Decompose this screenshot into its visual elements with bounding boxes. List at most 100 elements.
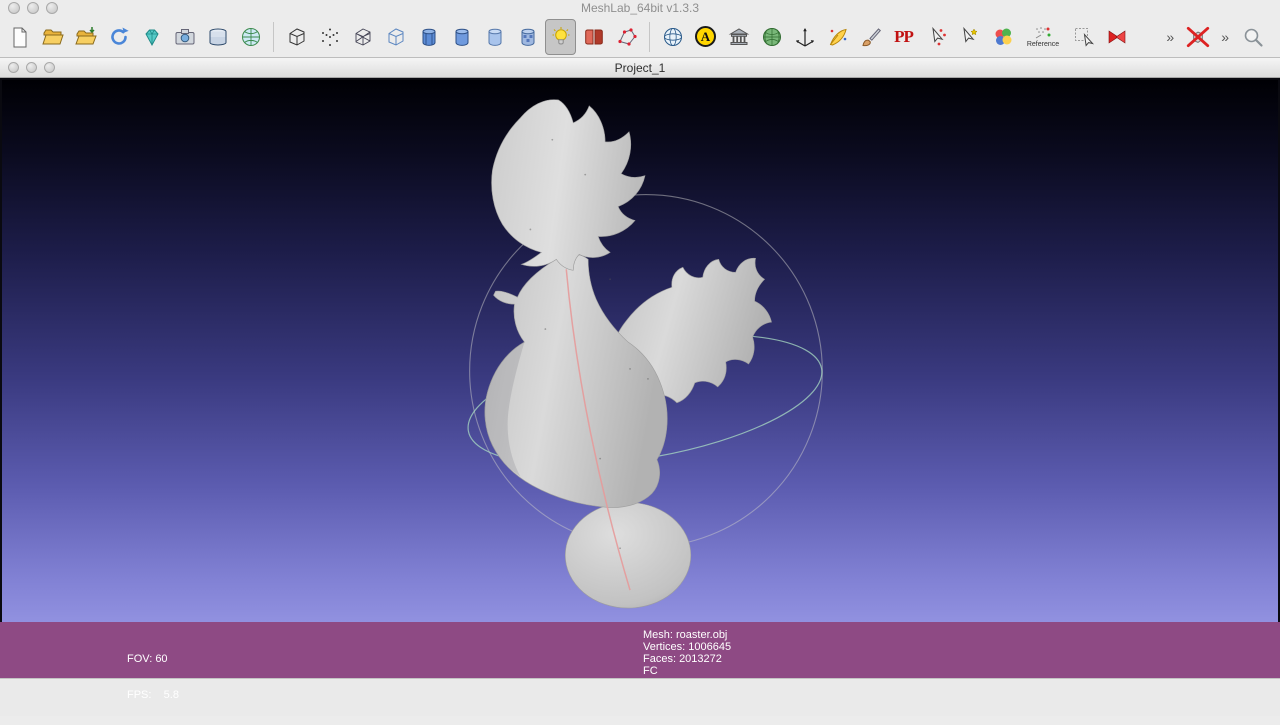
import-mesh-button[interactable] (70, 19, 101, 55)
quality-mapper-button[interactable] (987, 19, 1018, 55)
backface-icon (584, 29, 603, 44)
project-minimize-button[interactable] (26, 62, 37, 73)
reload-mesh-button[interactable] (103, 19, 134, 55)
select-cursor-button[interactable] (1068, 19, 1099, 55)
points-icon (321, 28, 338, 46)
new-project-icon (13, 27, 26, 47)
wireframe-icon (355, 27, 370, 46)
text-annotation-button[interactable]: A (690, 19, 721, 55)
flat-render-button[interactable] (446, 19, 477, 55)
new-project-button[interactable] (4, 19, 35, 55)
color-mapper-icon (995, 28, 1011, 45)
edge-graph-icon (617, 27, 637, 46)
flags-readout: FC (643, 665, 658, 677)
open-project-button[interactable] (37, 19, 68, 55)
smooth-cylinder-icon (488, 28, 501, 46)
mesh-model (484, 99, 772, 609)
paint-button[interactable] (855, 19, 886, 55)
wire-globe-icon (663, 27, 682, 46)
light-bulb-icon (552, 26, 569, 45)
vertices-readout: Vertices: 1006645 (643, 641, 732, 653)
axes-decorator-button[interactable] (789, 19, 820, 55)
red-ribbon-icon (1108, 29, 1125, 44)
paintbrush-icon (861, 27, 881, 46)
fps-readout: FPS: 5.8 (127, 689, 179, 701)
project-close-button[interactable] (8, 62, 19, 73)
snapshot-camera-icon (175, 28, 194, 44)
letter-a-glyph: A (700, 28, 711, 44)
faces-readout: Faces: 2013272 (643, 653, 722, 665)
main-toolbar: A PP Reference » » (0, 16, 1280, 58)
align-tool-button[interactable] (954, 19, 985, 55)
texture-cylinder-icon (521, 28, 534, 46)
hidden-lines-render-button[interactable] (380, 19, 411, 55)
reference-tool-button[interactable]: Reference (1020, 19, 1066, 55)
search-filter-button[interactable] (1237, 19, 1268, 55)
import-mesh-icon (74, 26, 97, 44)
reload-icon (110, 27, 129, 45)
delete-x-icon (1186, 26, 1209, 47)
flat-lines-render-button[interactable] (413, 19, 444, 55)
museum-icon (728, 27, 749, 45)
window-title: MeshLab_64bit v1.3.3 (580, 1, 700, 15)
layers-icon (209, 28, 226, 46)
raster-layers-button[interactable] (235, 19, 266, 55)
red-ribbon-tool-button[interactable] (1101, 19, 1132, 55)
wireframe-render-button[interactable] (347, 19, 378, 55)
toolbar-separator (273, 21, 274, 52)
open-project-icon (41, 29, 64, 44)
globe-decorator-button[interactable] (657, 19, 688, 55)
flat-cylinder-icon (455, 28, 468, 46)
bounding-box-icon (289, 27, 304, 46)
globe-icon (241, 27, 260, 46)
align-cursor-icon (962, 26, 978, 43)
model-base-sphere (564, 502, 692, 609)
window-titlebar: MeshLab_64bit v1.3.3 (0, 0, 1280, 16)
point-picker-button[interactable] (921, 19, 952, 55)
window-bottom-strip (0, 678, 1280, 716)
viewport-3d[interactable] (0, 78, 1280, 622)
reference-icon (1035, 26, 1051, 38)
axes-icon (795, 27, 814, 47)
toolbar-overflow-chevron[interactable]: » (1163, 29, 1177, 45)
project-zoom-button[interactable] (44, 62, 55, 73)
3d-scene[interactable] (2, 80, 1278, 622)
mesh-name-readout: Mesh: roaster.obj (643, 629, 728, 641)
light-toggle-button[interactable] (545, 18, 576, 55)
textured-sphere-icon (762, 27, 781, 46)
zpaint-button[interactable] (822, 19, 853, 55)
bbox-render-button[interactable] (281, 19, 312, 55)
letter-a-icon: A (695, 26, 716, 47)
window-minimize-button[interactable] (27, 2, 39, 14)
delete-mesh-button[interactable] (1182, 19, 1213, 55)
export-mesh-button[interactable] (136, 19, 167, 55)
toolbar-overflow-chevron-2[interactable]: » (1218, 29, 1232, 45)
pp-icon: PP (894, 26, 914, 46)
export-mesh-icon (144, 29, 159, 46)
smooth-render-button[interactable] (479, 19, 510, 55)
window-zoom-button[interactable] (46, 2, 58, 14)
snapshot-button[interactable] (169, 19, 200, 55)
reference-label: Reference (1026, 40, 1060, 48)
statusbar: FOV: 60 FPS: 5.8 Mesh: roaster.obj Verti… (0, 622, 1280, 701)
texture-render-button[interactable] (512, 19, 543, 55)
toolbar-tail-group: » » (1163, 19, 1276, 55)
fov-readout: FOV: 60 (127, 653, 168, 665)
quill-icon (829, 28, 847, 46)
backface-cull-button[interactable] (578, 19, 609, 55)
point-picking-button[interactable]: PP (888, 19, 919, 55)
statusbar-camera-info: FOV: 60 FPS: 5.8 (127, 629, 179, 725)
statusbar-mesh-info: Mesh: roaster.obj Vertices: 1006645 Face… (643, 629, 731, 677)
traffic-lights (8, 2, 58, 14)
textured-sphere-button[interactable] (756, 19, 787, 55)
window-close-button[interactable] (8, 2, 20, 14)
edge-decorator-button[interactable] (611, 19, 642, 55)
points-render-button[interactable] (314, 19, 345, 55)
museum-button[interactable] (723, 19, 754, 55)
layers-dialog-button[interactable] (202, 19, 233, 55)
select-area-cursor-icon (1074, 27, 1094, 47)
flat-lines-cylinder-icon (422, 28, 435, 46)
picker-cursor-icon (931, 26, 946, 45)
project-traffic-lights (8, 62, 55, 73)
search-icon (1244, 28, 1263, 47)
